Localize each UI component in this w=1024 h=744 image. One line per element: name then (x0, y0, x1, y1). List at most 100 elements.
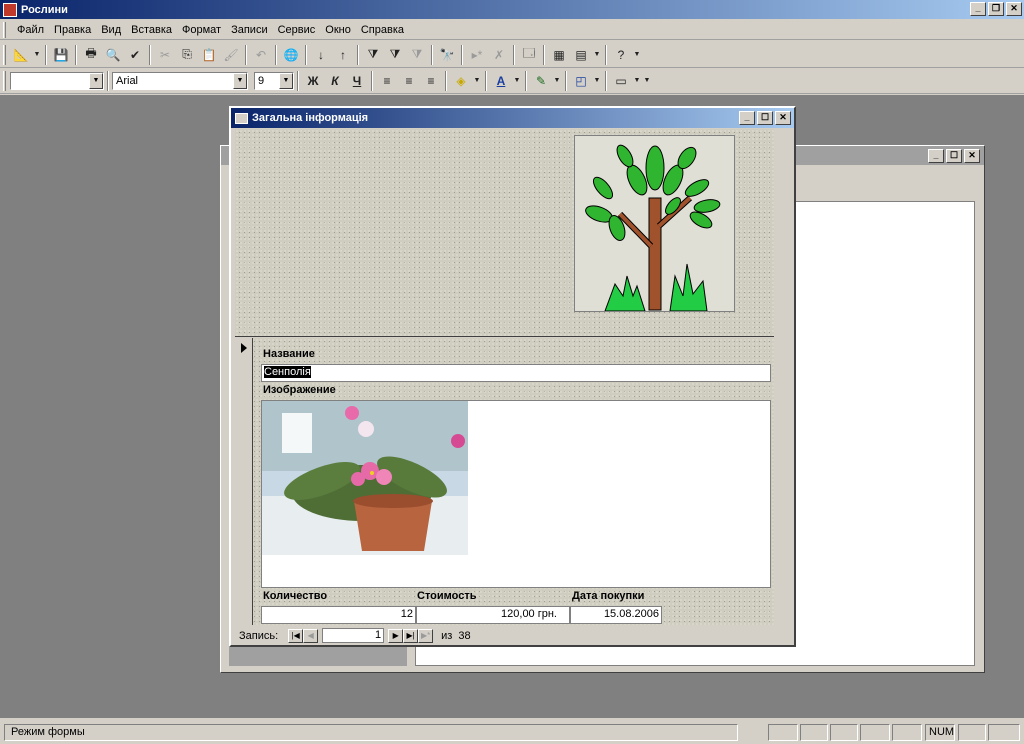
filter-by-selection-icon[interactable]: ⧩ (362, 44, 384, 66)
purchase-date-field[interactable]: 15.08.2006 (570, 606, 662, 624)
close-button[interactable]: ✕ (1006, 2, 1022, 16)
new-object-icon[interactable]: ▤ (570, 44, 592, 66)
minimize-button[interactable]: _ (970, 2, 986, 16)
form-titlebar[interactable]: Загальна інформація _ ☐ ✕ (231, 108, 794, 128)
menu-format[interactable]: Формат (177, 24, 226, 36)
status-panel (800, 724, 828, 741)
toolbar-options-icon[interactable]: ▼ (642, 70, 652, 92)
form-title: Загальна інформація (252, 112, 369, 124)
menu-records[interactable]: Записи (226, 24, 273, 36)
menu-window[interactable]: Окно (320, 24, 356, 36)
cut-icon[interactable]: ✂ (154, 44, 176, 66)
minimize-button[interactable]: _ (739, 111, 755, 125)
view-icon[interactable]: 📐 (10, 44, 32, 66)
restore-button[interactable]: ❐ (988, 2, 1004, 16)
minimize-button[interactable]: _ (928, 149, 944, 163)
print-preview-icon[interactable]: 🔍 (102, 44, 124, 66)
menu-file[interactable]: Файл (12, 24, 49, 36)
record-selector[interactable] (235, 338, 253, 625)
delete-record-icon[interactable]: ✗ (488, 44, 510, 66)
previous-record-button[interactable]: ◀ (303, 628, 319, 643)
paste-icon[interactable]: 📋 (198, 44, 220, 66)
current-record-input[interactable]: 1 (322, 628, 385, 643)
plant-photo (262, 401, 468, 555)
sort-descending-icon[interactable]: ↑ (332, 44, 354, 66)
find-icon[interactable]: 🔭 (436, 44, 458, 66)
form-window[interactable]: Загальна інформація _ ☐ ✕ Название Сенпо… (229, 106, 796, 647)
apply-filter-icon[interactable]: ⧩ (406, 44, 428, 66)
font-combo[interactable]: Arial ▼ (112, 71, 248, 90)
status-panel (892, 724, 922, 741)
name-label: Название (263, 348, 315, 360)
line-width-icon[interactable]: ◰ (570, 70, 592, 92)
cost-label: Стоимость (417, 590, 477, 602)
print-icon[interactable]: 🖶 (80, 44, 102, 66)
align-right-icon[interactable]: ≡ (420, 70, 442, 92)
maximize-button[interactable]: ☐ (946, 149, 962, 163)
sort-ascending-icon[interactable]: ↓ (310, 44, 332, 66)
close-button[interactable]: ✕ (775, 111, 791, 125)
form-header (235, 129, 774, 337)
last-record-button[interactable]: ▶| (403, 628, 419, 643)
font-size-combo[interactable]: 9 ▼ (254, 71, 294, 90)
font-color-icon[interactable]: A (490, 70, 512, 92)
close-button[interactable]: ✕ (964, 149, 980, 163)
database-window-icon[interactable]: ▦ (548, 44, 570, 66)
help-icon[interactable]: ? (610, 44, 632, 66)
save-icon[interactable]: 💾 (50, 44, 72, 66)
name-field-value: Сенполія (264, 366, 311, 378)
chevron-down-icon[interactable]: ▼ (279, 72, 293, 89)
chevron-down-icon[interactable]: ▼ (552, 70, 562, 92)
spelling-icon[interactable]: ✔ (124, 44, 146, 66)
menu-tools[interactable]: Сервис (273, 24, 321, 36)
of-label: из (441, 629, 453, 642)
name-field[interactable]: Сенполія (261, 364, 771, 382)
cost-field[interactable]: 120,00 грн. (416, 606, 570, 624)
fill-color-icon[interactable]: ◈ (450, 70, 472, 92)
font-combo-value: Arial (116, 74, 139, 87)
view-dropdown-icon[interactable]: ▼ (32, 44, 42, 66)
status-panel (988, 724, 1020, 741)
new-record-button[interactable]: ▶* (418, 628, 434, 643)
quantity-field[interactable]: 12 (261, 606, 416, 624)
undo-icon[interactable]: ↶ (250, 44, 272, 66)
first-record-button[interactable]: |◀ (288, 628, 304, 643)
toolbar-options-icon[interactable]: ▼ (632, 44, 642, 66)
current-record-icon (241, 343, 247, 353)
app-titlebar: Рослини _ ❐ ✕ (0, 0, 1024, 19)
chevron-down-icon[interactable]: ▼ (512, 70, 522, 92)
new-object-dropdown-icon[interactable]: ▼ (592, 44, 602, 66)
bold-button[interactable]: Ж (302, 70, 324, 92)
underline-button[interactable]: Ч (346, 70, 368, 92)
status-panel (830, 724, 858, 741)
image-field[interactable] (261, 400, 771, 588)
menu-insert[interactable]: Вставка (126, 24, 177, 36)
special-effect-icon[interactable]: ▭ (610, 70, 632, 92)
copy-icon[interactable]: ⎘ (176, 44, 198, 66)
menu-help[interactable]: Справка (356, 24, 409, 36)
chevron-down-icon[interactable]: ▼ (472, 70, 482, 92)
chevron-down-icon[interactable]: ▼ (632, 70, 642, 92)
italic-button[interactable]: К (324, 70, 346, 92)
chevron-down-icon[interactable]: ▼ (233, 72, 247, 89)
status-panel (860, 724, 890, 741)
format-painter-icon[interactable]: 🖌 (220, 44, 242, 66)
menu-view[interactable]: Вид (96, 24, 126, 36)
align-left-icon[interactable]: ≡ (376, 70, 398, 92)
line-color-icon[interactable]: ✎ (530, 70, 552, 92)
maximize-button[interactable]: ☐ (757, 111, 773, 125)
object-combo[interactable]: ▼ (10, 71, 104, 90)
record-label: Запись: (239, 629, 279, 642)
app-icon (3, 2, 17, 17)
status-mode: Режим формы (4, 724, 738, 741)
chevron-down-icon[interactable]: ▼ (592, 70, 602, 92)
status-panel (958, 724, 986, 741)
hyperlink-icon[interactable]: 🌐 (280, 44, 302, 66)
chevron-down-icon[interactable]: ▼ (89, 72, 103, 89)
filter-by-form-icon[interactable]: ⧩ (384, 44, 406, 66)
menu-edit[interactable]: Правка (49, 24, 96, 36)
new-record-icon[interactable]: ▸* (466, 44, 488, 66)
next-record-button[interactable]: ▶ (388, 628, 404, 643)
align-center-icon[interactable]: ≡ (398, 70, 420, 92)
properties-icon[interactable]: 🗔 (518, 44, 540, 66)
